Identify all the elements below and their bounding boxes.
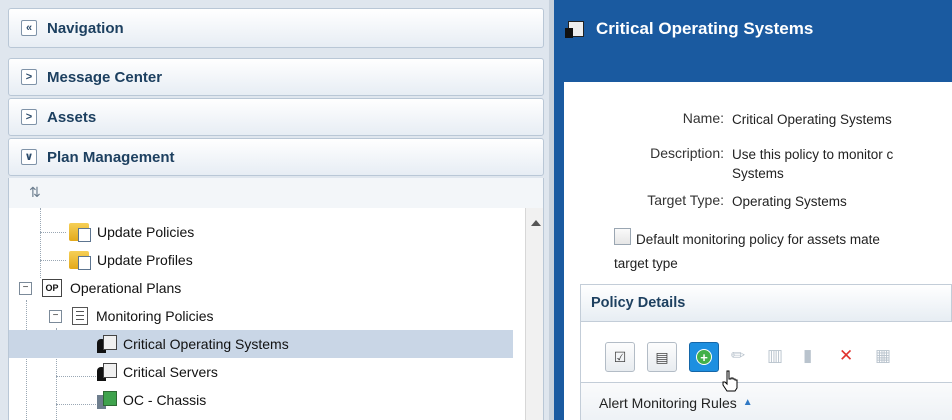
accordion-plan-management[interactable]: ∨ Plan Management bbox=[8, 138, 544, 176]
alert-rules-column-header[interactable]: Alert Monitoring Rules ▲ bbox=[581, 382, 952, 420]
navigation-header: « Navigation bbox=[8, 8, 544, 48]
accordion-assets[interactable]: > Assets bbox=[8, 98, 544, 136]
checklist-button[interactable]: ☑ bbox=[605, 342, 635, 372]
default-policy-label-2: target type bbox=[614, 256, 678, 271]
more-icon[interactable]: ▦ bbox=[875, 346, 891, 366]
policy-folder-icon bbox=[69, 223, 91, 242]
rule-icon[interactable]: ▮ bbox=[803, 346, 812, 366]
tree-item-label: Operational Plans bbox=[70, 280, 182, 296]
accordion-label: Assets bbox=[47, 108, 97, 126]
tree-item-oc-chassis[interactable]: OC - Chassis bbox=[9, 386, 513, 414]
details-button[interactable]: ▤ bbox=[647, 342, 677, 372]
column-header-label: Alert Monitoring Rules bbox=[599, 394, 737, 411]
add-icon: + bbox=[696, 349, 712, 365]
default-policy-checkbox[interactable] bbox=[614, 228, 631, 245]
compare-icon[interactable]: ▥ bbox=[767, 346, 783, 366]
expand-icon[interactable]: > bbox=[21, 69, 37, 85]
tree-item-label: OC - Chassis bbox=[123, 392, 207, 408]
description-line-1: Use this policy to monitor c bbox=[732, 147, 894, 162]
tree-item-operational-plans[interactable]: − OP Operational Plans bbox=[9, 274, 513, 302]
checklist-icon: ☑ bbox=[613, 348, 627, 365]
plan-tree: Update Policies Update Profiles − OP Ope… bbox=[8, 208, 544, 420]
scroll-up-icon[interactable] bbox=[531, 220, 541, 226]
description-label: Description: bbox=[650, 145, 724, 161]
chassis-policy-icon bbox=[97, 391, 117, 409]
tree-scrollbar[interactable] bbox=[525, 208, 543, 420]
name-value: Critical Operating Systems bbox=[732, 112, 892, 127]
accordion-label: Message Center bbox=[47, 68, 163, 86]
hand-cursor-icon bbox=[722, 370, 738, 392]
target-type-row: Target Type: Operating Systems bbox=[564, 192, 847, 211]
policy-icon bbox=[97, 335, 117, 353]
tree-toolbar: ⇅ bbox=[8, 178, 544, 208]
name-label: Name: bbox=[682, 110, 724, 126]
navigation-title: Navigation bbox=[47, 19, 124, 37]
tree-item-label: Critical Operating Systems bbox=[123, 336, 289, 352]
collapse-node-icon[interactable]: − bbox=[19, 281, 32, 295]
tree-item-critical-servers[interactable]: Critical Servers bbox=[9, 358, 513, 386]
description-value: Use this policy to monitor c Systems bbox=[732, 145, 893, 183]
expand-icon[interactable]: > bbox=[21, 109, 37, 125]
target-type-value: Operating Systems bbox=[732, 194, 847, 209]
edit-icon[interactable]: ✏ bbox=[731, 346, 745, 366]
description-row: Description: Use this policy to monitor … bbox=[564, 145, 893, 183]
default-policy-label: Default monitoring policy for assets mat… bbox=[636, 232, 880, 247]
policy-icon bbox=[565, 21, 584, 38]
tree-item-update-profiles[interactable]: Update Profiles bbox=[9, 246, 513, 274]
delete-icon[interactable]: ✕ bbox=[839, 346, 853, 366]
navigation-pane: « Navigation > Message Center > Assets ∨… bbox=[0, 0, 552, 420]
detail-body: Name: Critical Operating Systems Descrip… bbox=[564, 82, 952, 420]
monitoring-policies-icon bbox=[72, 307, 88, 325]
refresh-icon[interactable]: ⇅ bbox=[29, 184, 41, 201]
page-title: Critical Operating Systems bbox=[596, 19, 814, 38]
policy-details-title: Policy Details bbox=[591, 295, 686, 311]
operational-plans-icon: OP bbox=[42, 279, 62, 297]
sort-ascending-icon[interactable]: ▲ bbox=[743, 397, 753, 408]
detail-pane: Critical Operating Systems Name: Critica… bbox=[554, 0, 952, 420]
collapse-node-icon[interactable]: − bbox=[49, 309, 62, 323]
add-rule-button[interactable]: + bbox=[689, 342, 719, 372]
accordion-label: Plan Management bbox=[47, 148, 175, 166]
policy-icon bbox=[97, 363, 117, 381]
target-type-label: Target Type: bbox=[647, 192, 724, 208]
name-row: Name: Critical Operating Systems bbox=[564, 110, 892, 129]
description-line-2: Systems bbox=[732, 166, 784, 181]
tree-item-label: Monitoring Policies bbox=[96, 308, 214, 324]
tree-item-label: Update Policies bbox=[97, 224, 195, 240]
collapse-navigation-icon[interactable]: « bbox=[21, 20, 37, 36]
detail-header: Critical Operating Systems bbox=[554, 0, 952, 58]
tree-item-label: Critical Servers bbox=[123, 364, 218, 380]
tree-item-critical-operating-systems[interactable]: Critical Operating Systems bbox=[9, 330, 513, 358]
policy-details-panel: ☑ ▤ + ✏ ▥ ▮ ✕ ▦ Alert Monitoring Rules ▲ bbox=[580, 322, 952, 420]
accordion-message-center[interactable]: > Message Center bbox=[8, 58, 544, 96]
profile-folder-icon bbox=[69, 251, 91, 270]
tree-item-monitoring-policies[interactable]: − Monitoring Policies bbox=[9, 302, 513, 330]
policy-details-header[interactable]: Policy Details bbox=[580, 284, 952, 322]
tree-item-update-policies[interactable]: Update Policies bbox=[9, 218, 513, 246]
tree-item-label: Update Profiles bbox=[97, 252, 193, 268]
details-icon: ▤ bbox=[655, 348, 669, 365]
collapse-icon[interactable]: ∨ bbox=[21, 149, 37, 165]
